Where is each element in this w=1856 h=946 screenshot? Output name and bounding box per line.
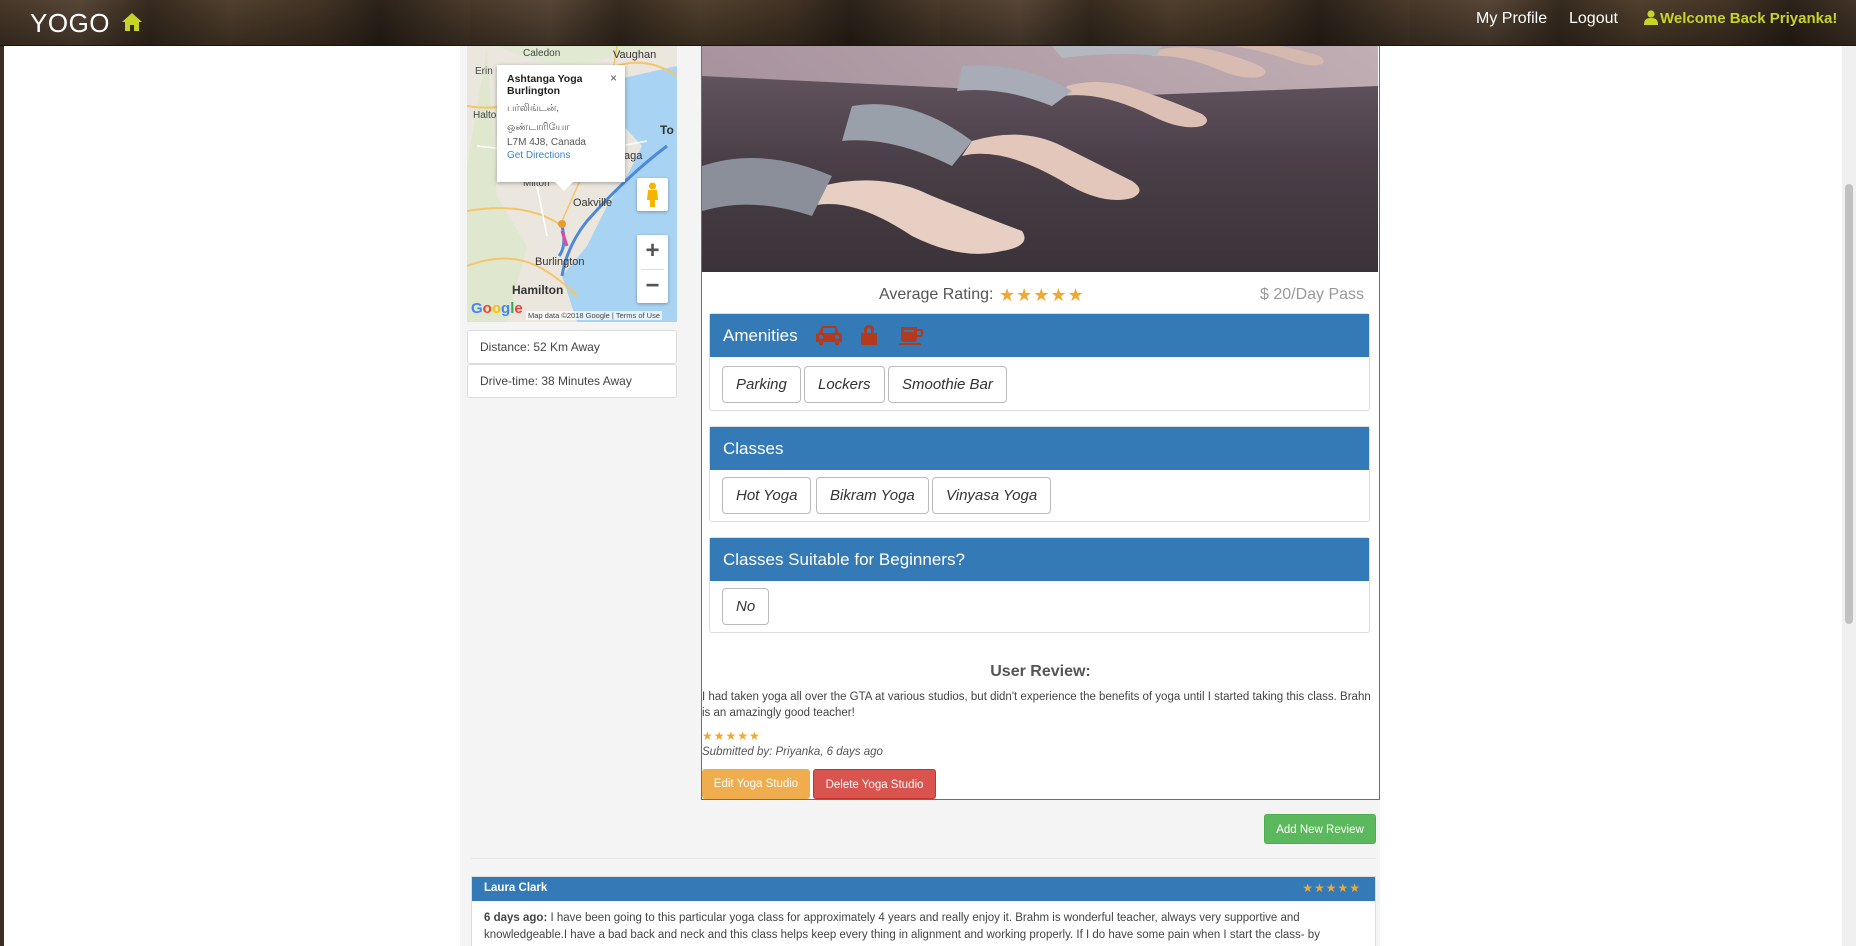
user-review-text: I had taken yoga all over the GTA at var… — [702, 691, 1371, 719]
popup-close-icon[interactable]: × — [610, 71, 617, 85]
beginners-section: Classes Suitable for Beginners? No — [709, 537, 1370, 633]
zoom-in-button[interactable]: + — [637, 235, 668, 269]
popup-address-line3: L7M 4J8, Canada — [507, 137, 586, 148]
welcome-text: Welcome Back Priyanka! — [1660, 10, 1838, 27]
page-scrollbar[interactable] — [1842, 46, 1856, 946]
drive-time-box: Drive-time: 38 Minutes Away — [467, 364, 677, 398]
amenity-tag: Parking — [722, 366, 801, 403]
class-tag: Hot Yoga — [722, 477, 812, 514]
classes-section: Classes Hot Yoga Bikram Yoga Vinyasa Yog… — [709, 426, 1370, 522]
review-text: I have been going to this particular yog… — [484, 912, 1320, 941]
beginners-header: Classes Suitable for Beginners? — [710, 538, 1369, 581]
popup-address-line1: பர்லிங்டன், — [507, 103, 560, 114]
home-icon[interactable] — [121, 12, 143, 32]
average-rating-stars: ★★★★★ — [999, 285, 1085, 305]
user-review-title: User Review: — [990, 663, 1091, 680]
svg-text:Halto: Halto — [473, 110, 497, 121]
coffee-icon — [898, 324, 924, 346]
svg-text:aga: aga — [624, 150, 643, 162]
popup-title: Ashtanga Yoga Burlington — [507, 73, 583, 97]
class-tag: Bikram Yoga — [816, 477, 929, 514]
studio-hero-image — [702, 46, 1378, 272]
svg-text:To: To — [660, 123, 674, 137]
distance-box: Distance: 52 Km Away — [467, 330, 677, 364]
svg-text:Vaughan: Vaughan — [613, 49, 656, 61]
amenities-title: Amenities — [723, 326, 798, 345]
amenity-tag: Smoothie Bar — [888, 366, 1007, 403]
review-age: 6 days ago: — [484, 912, 548, 924]
map-info-popup: Ashtanga Yoga Burlington பர்லிங்டன், ஒண்… — [497, 65, 625, 191]
lock-icon — [860, 324, 878, 346]
review-author: Laura Clark — [484, 882, 548, 894]
map-attribution[interactable]: Map data ©2018 Google | Terms of Use — [526, 311, 662, 320]
navbar: YOGO My Profile Logout Welcome Back Priy… — [0, 0, 1856, 46]
review-card-stars: ★★★★★ — [1302, 881, 1361, 895]
user-icon — [1644, 10, 1658, 25]
get-directions-link[interactable]: Get Directions — [507, 150, 570, 161]
car-icon — [814, 324, 844, 346]
svg-text:Hamilton: Hamilton — [512, 283, 563, 297]
classes-header: Classes — [710, 427, 1369, 470]
review-card-header: Laura Clark ★★★★★ — [472, 877, 1375, 901]
edit-studio-button[interactable]: Edit Yoga Studio — [702, 769, 810, 799]
svg-text:Caledon: Caledon — [523, 48, 560, 59]
class-tag: Vinyasa Yoga — [932, 477, 1052, 514]
svg-text:Oakville: Oakville — [573, 197, 612, 209]
review-card: Laura Clark ★★★★★ 6 days ago: I have bee… — [471, 876, 1376, 946]
user-review-stars: ★★★★★ — [702, 729, 761, 743]
amenities-header: Amenities — [710, 314, 1369, 357]
svg-text:Erin: Erin — [475, 66, 493, 77]
amenities-section: Amenities Parking Lockers Smoothie Bar — [709, 313, 1370, 411]
delete-studio-button[interactable]: Delete Yoga Studio — [813, 769, 936, 799]
street-view-pegman-icon[interactable] — [637, 178, 668, 211]
price-label: $ 20/Day Pass — [1260, 286, 1365, 303]
section-divider — [471, 858, 1376, 859]
welcome-link[interactable]: Welcome Back Priyanka! — [1644, 10, 1837, 27]
brand-logo[interactable]: YOGO — [30, 8, 110, 39]
review-card-body: 6 days ago: I have been going to this pa… — [484, 910, 1364, 944]
beginners-title: Classes Suitable for Beginners? — [723, 550, 965, 569]
classes-title: Classes — [723, 439, 784, 458]
map-zoom-control: + − — [637, 235, 668, 303]
popup-address-line2: ஒண்டாரியோ — [507, 122, 570, 133]
logout-link[interactable]: Logout — [1569, 10, 1618, 28]
amenity-tag: Lockers — [804, 366, 885, 403]
add-review-button[interactable]: Add New Review — [1264, 814, 1376, 844]
user-review-submitted: Submitted by: Priyanka, 6 days ago — [702, 746, 883, 758]
svg-text:Burlington: Burlington — [535, 256, 585, 268]
my-profile-link[interactable]: My Profile — [1476, 10, 1547, 28]
average-rating-label: Average Rating: — [879, 286, 994, 303]
beginners-value-tag: No — [722, 588, 770, 625]
scrollbar-thumb[interactable] — [1845, 184, 1853, 624]
google-logo: Google — [471, 300, 523, 317]
zoom-out-button[interactable]: − — [637, 270, 668, 304]
